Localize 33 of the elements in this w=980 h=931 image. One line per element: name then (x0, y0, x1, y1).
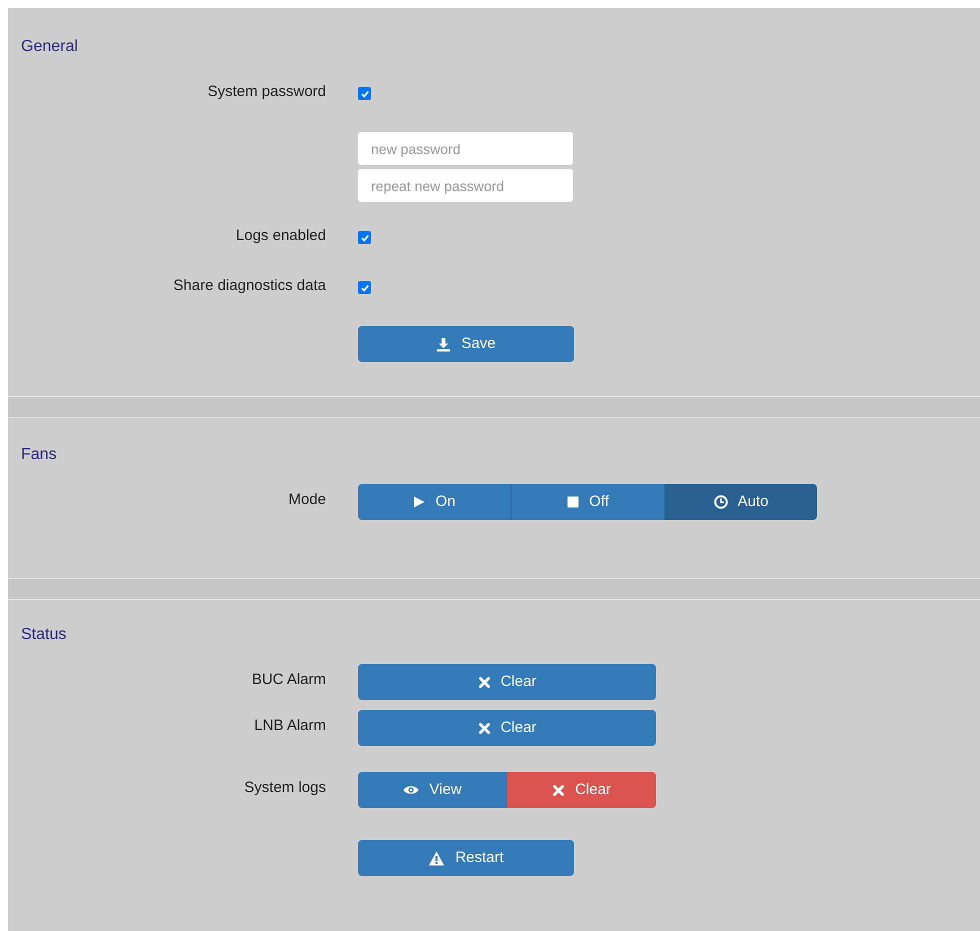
mode-option[interactable]: Off (511, 484, 664, 520)
download-icon (436, 336, 452, 352)
warning-icon (428, 850, 446, 866)
close-icon (478, 722, 491, 734)
field-label: System logs (244, 778, 326, 798)
save-button[interactable]: Save (358, 326, 574, 362)
field-label: BUC Alarm (252, 670, 326, 690)
clear-button[interactable]: Clear (358, 710, 656, 746)
stop-icon (567, 496, 580, 508)
section-title: Status (21, 625, 68, 645)
field-label: Share diagnostics data (173, 276, 326, 296)
section-title: General (21, 37, 79, 57)
checkbox[interactable] (358, 87, 371, 100)
mode-option[interactable]: Auto (664, 484, 817, 520)
play-icon (413, 496, 426, 508)
checkbox[interactable] (358, 281, 371, 294)
section-title: Fans (21, 445, 58, 465)
clear-button[interactable]: Clear (507, 772, 656, 808)
eye-icon (403, 784, 420, 796)
field-label: Logs enabled (236, 226, 326, 246)
checkbox[interactable] (358, 231, 371, 244)
mode-option[interactable]: On (358, 484, 511, 520)
field-label: Mode (288, 490, 326, 510)
field-label: System password (208, 82, 326, 102)
password-field[interactable]: repeat new password (358, 169, 573, 202)
view-button[interactable]: View (358, 772, 507, 808)
close-icon (478, 676, 491, 688)
clear-button[interactable]: Clear (358, 664, 656, 700)
field-label: LNB Alarm (254, 716, 326, 736)
password-field[interactable]: new password (358, 132, 573, 165)
close-icon (552, 784, 566, 796)
clock-icon (714, 495, 728, 509)
restart-button[interactable]: Restart (358, 840, 574, 876)
